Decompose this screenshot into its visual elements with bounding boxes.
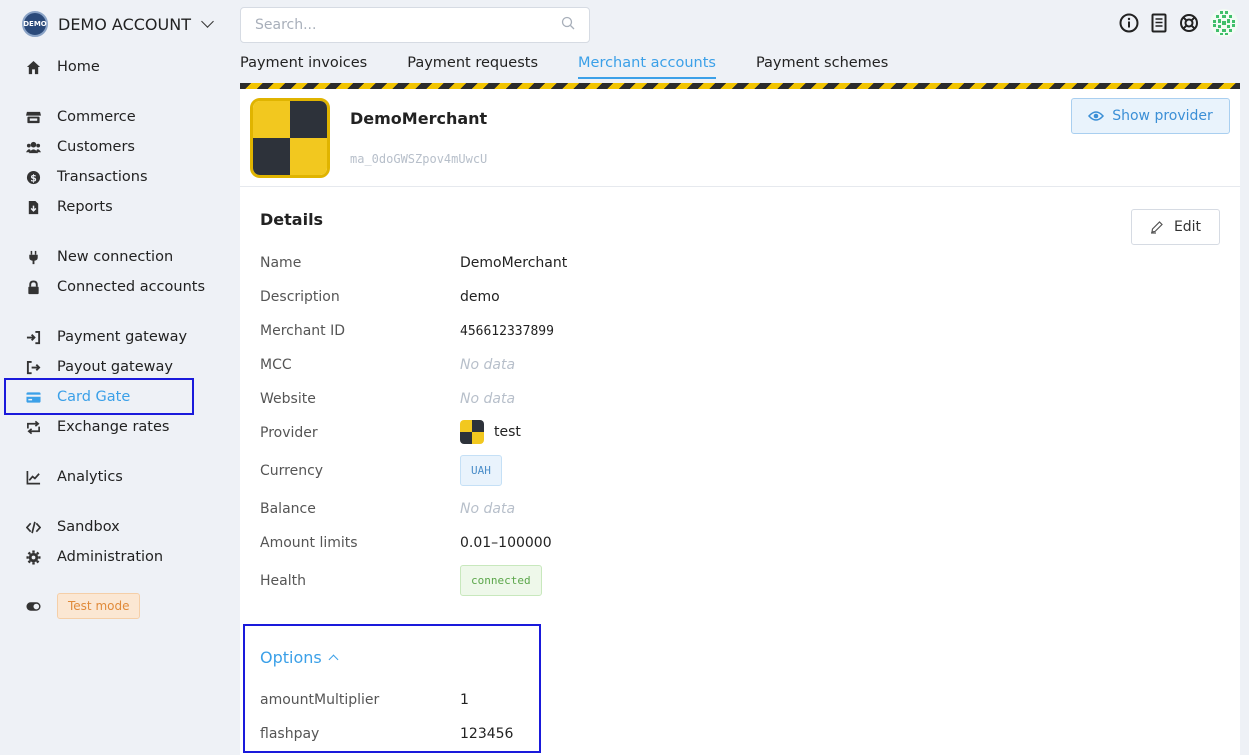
search-bar[interactable]	[240, 7, 590, 43]
tab-bar: Payment invoices Payment requests Mercha…	[240, 55, 888, 79]
edit-label: Edit	[1173, 219, 1202, 235]
test-mode-toggle[interactable]: Test mode	[26, 592, 141, 620]
detail-label-name: Name	[260, 255, 302, 271]
tab-payment-invoices[interactable]: Payment invoices	[240, 55, 367, 79]
sidebar-item-label: Payout gateway	[57, 359, 173, 375]
sidebar-item-commerce[interactable]: Commerce	[26, 106, 136, 128]
merchant-logo	[250, 98, 330, 178]
show-provider-button[interactable]: Show provider	[1071, 98, 1230, 134]
store-icon	[26, 110, 41, 125]
detail-value-provider: test	[460, 420, 521, 444]
account-logo: DEMO	[22, 11, 48, 37]
tab-merchant-accounts[interactable]: Merchant accounts	[578, 55, 716, 79]
toggle-icon	[26, 599, 41, 614]
gear-icon	[26, 549, 41, 565]
detail-label-balance: Balance	[260, 501, 316, 517]
search-input[interactable]	[255, 17, 561, 33]
currency-chip: UAH	[460, 455, 502, 486]
detail-label-provider: Provider	[260, 425, 318, 441]
support-icon[interactable]	[1179, 13, 1199, 33]
topbar-actions	[1119, 8, 1239, 38]
users-icon	[26, 140, 41, 155]
options-highlight	[243, 624, 541, 753]
test-mode-badge: Test mode	[57, 593, 141, 619]
sidebar-item-label: Sandbox	[57, 519, 120, 535]
detail-label-currency: Currency	[260, 463, 324, 479]
sidebar-item-transactions[interactable]: $ Transactions	[26, 166, 148, 188]
card-gate-highlight	[4, 378, 194, 415]
sidebar-item-reports[interactable]: Reports	[26, 196, 113, 218]
detail-label-description: Description	[260, 289, 340, 305]
plug-icon	[26, 250, 41, 265]
detail-label-website: Website	[260, 391, 316, 407]
sidebar-item-new-connection[interactable]: New connection	[26, 246, 173, 268]
code-icon	[26, 520, 41, 535]
detail-value-website: No data	[460, 391, 516, 407]
chart-line-icon	[26, 470, 41, 485]
eye-icon	[1088, 111, 1105, 121]
sign-out-icon	[26, 360, 41, 375]
sign-in-icon	[26, 330, 41, 345]
detail-label-amount-limits: Amount limits	[260, 535, 358, 551]
docs-icon[interactable]	[1149, 13, 1169, 33]
info-icon[interactable]	[1119, 13, 1139, 33]
search-icon[interactable]	[561, 16, 575, 34]
sidebar-item-exchange-rates[interactable]: Exchange rates	[26, 416, 169, 438]
edit-button[interactable]: Edit	[1131, 209, 1220, 245]
detail-value-health: connected	[460, 565, 542, 596]
chevron-down-icon	[201, 15, 214, 28]
sidebar-item-payment-gateway[interactable]: Payment gateway	[26, 326, 187, 348]
detail-value-name: DemoMerchant	[460, 255, 568, 271]
file-download-icon	[26, 200, 41, 215]
sidebar-item-payout-gateway[interactable]: Payout gateway	[26, 356, 173, 378]
sidebar-item-label: Analytics	[57, 469, 123, 485]
home-icon	[26, 60, 41, 75]
sidebar-item-administration[interactable]: Administration	[26, 546, 163, 568]
merchant-name: DemoMerchant	[350, 109, 488, 128]
detail-value-currency: UAH	[460, 455, 502, 486]
sidebar-item-connected-accounts[interactable]: Connected accounts	[26, 276, 205, 298]
show-provider-label: Show provider	[1112, 108, 1213, 124]
sidebar-item-customers[interactable]: Customers	[26, 136, 135, 158]
detail-label-mcc: MCC	[260, 357, 292, 373]
health-status-badge: connected	[460, 565, 542, 596]
sidebar-item-sandbox[interactable]: Sandbox	[26, 516, 120, 538]
sidebar-item-label: Connected accounts	[57, 279, 206, 295]
sidebar-item-label: Home	[57, 59, 100, 75]
merchant-account-id: ma_0doGWSZpov4mUwcU	[350, 152, 488, 166]
lock-icon	[26, 279, 41, 295]
provider-logo	[460, 420, 484, 444]
avatar[interactable]	[1209, 8, 1239, 38]
detail-value-description: demo	[460, 289, 500, 305]
account-switcher[interactable]: DEMO DEMO ACCOUNT	[22, 11, 214, 37]
sidebar-item-label: Transactions	[57, 169, 148, 185]
exchange-icon	[26, 420, 41, 435]
sidebar-item-label: Customers	[57, 139, 135, 155]
account-name: DEMO ACCOUNT	[58, 14, 191, 34]
detail-label-health: Health	[260, 573, 306, 589]
sidebar-item-analytics[interactable]: Analytics	[26, 466, 123, 488]
sidebar-item-label: New connection	[57, 249, 174, 265]
sidebar-item-label: Payment gateway	[57, 329, 188, 345]
detail-value-mcc: No data	[460, 357, 516, 373]
sidebar-item-label: Commerce	[57, 109, 136, 125]
detail-value-merchant-id: 456612337899	[460, 324, 554, 339]
tab-payment-requests[interactable]: Payment requests	[407, 55, 538, 79]
dollar-circle-icon: $	[26, 170, 41, 185]
tab-payment-schemes[interactable]: Payment schemes	[756, 55, 888, 79]
merchant-header: DemoMerchant ma_0doGWSZpov4mUwcU Show pr…	[240, 89, 1240, 187]
svg-text:$: $	[30, 173, 37, 184]
pencil-icon	[1150, 221, 1163, 234]
provider-name: test	[494, 424, 521, 440]
sidebar-item-label: Reports	[57, 199, 113, 215]
details-title: Details	[260, 210, 324, 229]
detail-label-merchant-id: Merchant ID	[260, 323, 346, 339]
detail-value-balance: No data	[460, 501, 516, 517]
sidebar-item-home[interactable]: Home	[26, 56, 100, 78]
detail-value-amount-limits: 0.01–100000	[460, 535, 552, 551]
sidebar-item-label: Exchange rates	[57, 419, 170, 435]
sidebar-item-label: Administration	[57, 549, 164, 565]
